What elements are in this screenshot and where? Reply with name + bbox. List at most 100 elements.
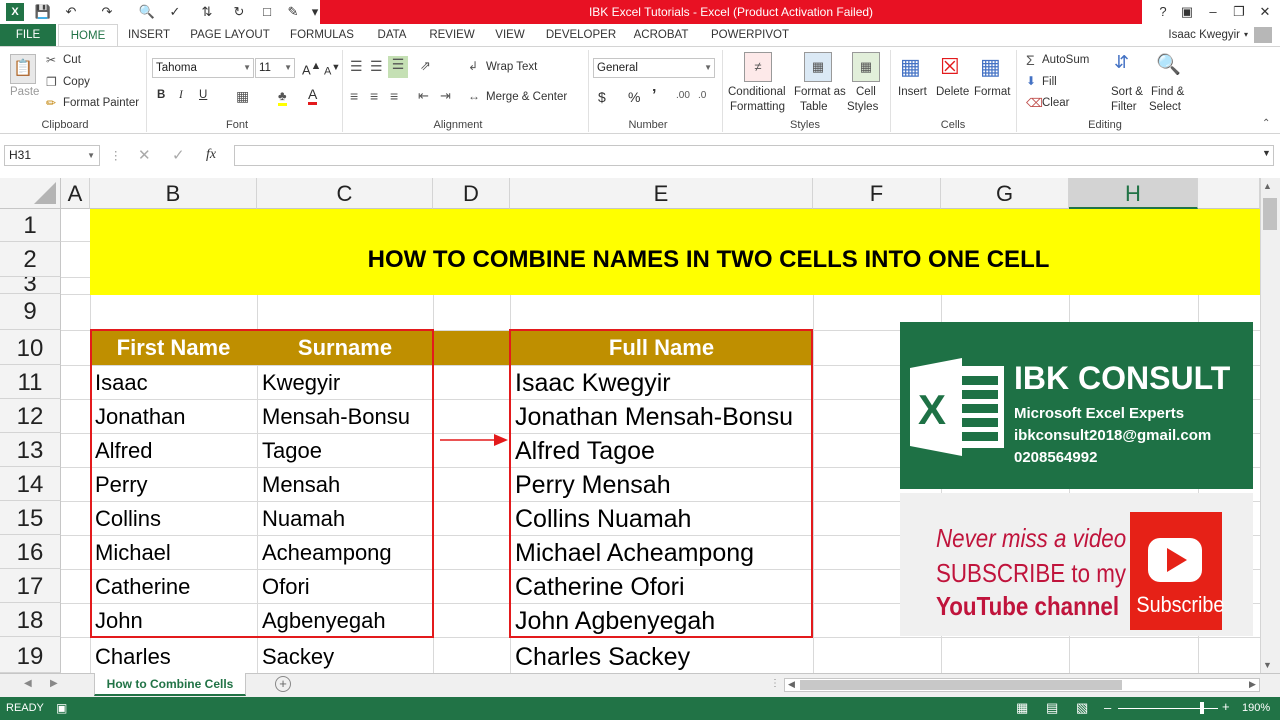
paste-button[interactable]: Paste [10,86,39,98]
select-all-corner[interactable] [0,178,61,209]
normal-view-icon[interactable]: ▦ [1016,700,1028,716]
scroll-down-icon[interactable]: ▼ [1263,660,1272,670]
bold-button[interactable]: B [157,89,165,101]
column-header-b[interactable]: B [90,178,257,209]
tab-formulas[interactable]: FORMULAS [284,24,360,46]
format-as-table-label-2[interactable]: Table [800,101,828,113]
confirm-entry-icon[interactable]: ✓ [172,146,185,164]
fill-color-icon[interactable]: ♣ [278,88,287,106]
column-header-c[interactable]: C [257,178,433,209]
row-header-17[interactable]: 17 [0,569,61,603]
row-header-1[interactable]: 1 [0,209,61,242]
grow-font-button[interactable]: A▲ [302,60,321,77]
orientation-icon[interactable]: ⇗ [420,58,431,74]
row-header-12[interactable]: 12 [0,399,61,433]
cell-first-name[interactable]: Charles [90,640,257,674]
font-size-combo[interactable]: 11 ▼ [255,58,295,78]
header-spacer-cell[interactable] [433,331,510,365]
merge-center-button[interactable]: Merge & Center [486,91,567,103]
row-header-11[interactable]: 11 [0,365,61,399]
tab-home[interactable]: HOME [58,24,118,46]
row-header-16[interactable]: 16 [0,535,61,569]
number-format-combo[interactable]: General ▼ [593,58,715,78]
sync-icon[interactable]: ↻ [230,3,248,21]
scroll-up-icon[interactable]: ▲ [1263,181,1272,191]
conditional-formatting-label-2[interactable]: Formatting [730,101,785,113]
align-left-icon[interactable]: ≡ [350,88,358,104]
page-layout-view-icon[interactable]: ▤ [1046,700,1058,716]
sheet-prev-icon[interactable]: ◀ [24,678,32,689]
align-right-icon[interactable]: ≡ [390,88,398,104]
clear-button[interactable]: Clear [1042,97,1069,109]
cut-button[interactable]: Cut [63,54,81,66]
vertical-scrollbar-thumb[interactable] [1263,198,1277,230]
row-header-13[interactable]: 13 [0,433,61,467]
currency-button[interactable]: $ [598,89,606,105]
restore-icon[interactable]: ❐ [1226,0,1252,24]
increase-decimal-icon[interactable]: .00 [676,90,690,101]
help-icon[interactable]: ? [1150,0,1176,24]
macro-record-icon[interactable]: ▣ [56,701,67,715]
paste-icon[interactable]: 📋 [10,54,36,84]
row-header-2[interactable]: 2 [0,242,61,277]
column-header-a[interactable]: A [61,178,90,209]
tab-file[interactable]: FILE [0,24,56,46]
copy-button[interactable]: Copy [63,76,90,88]
delete-cells-button[interactable]: Delete [936,86,969,98]
insert-cells-button[interactable]: Insert [898,86,927,98]
redo-icon[interactable]: ↷ [98,3,116,21]
font-name-combo[interactable]: Tahoma ▼ [152,58,254,78]
add-sheet-icon[interactable]: + [275,676,291,692]
conditional-formatting-label[interactable]: Conditional [728,86,786,98]
touch-mode-icon[interactable]: ✎ [284,3,302,21]
cancel-entry-icon[interactable]: ✕ [138,146,151,164]
column-header-i[interactable] [1198,178,1260,209]
cell-full-name[interactable]: Charles Sackey [510,640,813,674]
row-header-18[interactable]: 18 [0,603,61,637]
comma-button[interactable]: ’ [652,87,656,105]
formula-input[interactable] [234,145,1274,166]
undo-icon[interactable]: ↶ [62,3,80,21]
tab-data[interactable]: DATA [370,24,414,46]
tab-powerpivot[interactable]: POWERPIVOT [704,24,796,46]
zoom-in-icon[interactable]: + [1222,699,1230,714]
scroll-right-icon[interactable]: ▶ [1249,679,1256,690]
tab-insert[interactable]: INSERT [122,24,176,46]
zoom-slider-thumb[interactable] [1200,702,1204,714]
minimize-icon[interactable]: – [1200,0,1226,24]
sort-filter-label[interactable]: Sort & [1111,86,1143,98]
percent-button[interactable]: % [628,89,640,105]
page-break-view-icon[interactable]: ▧ [1076,700,1088,716]
row-header-9[interactable]: 9 [0,294,61,330]
column-header-h[interactable]: H [1069,178,1198,209]
column-header-g[interactable]: G [941,178,1069,209]
sheet-tab-active[interactable]: How to Combine Cells [94,673,246,696]
find-select-label-2[interactable]: Select [1149,101,1181,113]
font-color-icon[interactable]: A [308,86,318,105]
format-cells-button[interactable]: Format [974,86,1010,98]
fill-button[interactable]: Fill [1042,76,1057,88]
tab-page-layout[interactable]: PAGE LAYOUT [186,24,274,46]
format-as-table-label[interactable]: Format as [794,86,846,98]
align-middle-icon[interactable]: ☰ [370,58,383,75]
find-select-label[interactable]: Find & [1151,86,1184,98]
zoom-level[interactable]: 190% [1242,702,1270,714]
scroll-left-icon[interactable]: ◀ [788,679,795,690]
cell-styles-label[interactable]: Cell [856,86,876,98]
row-header-3[interactable]: 3 [0,277,61,294]
underline-button[interactable]: U [199,89,207,101]
tab-review[interactable]: REVIEW [424,24,480,46]
italic-button[interactable]: I [179,89,183,101]
align-center-icon[interactable]: ≡ [370,88,378,104]
tab-view[interactable]: VIEW [490,24,530,46]
borders-icon[interactable]: ▦ [236,88,249,105]
row-header-14[interactable]: 14 [0,467,61,501]
decrease-decimal-icon[interactable]: .0 [698,90,706,101]
sort-filter-label-2[interactable]: Filter [1111,101,1137,113]
new-file-icon[interactable]: □ [258,3,276,21]
format-painter-button[interactable]: Format Painter [63,97,139,109]
ribbon-display-icon[interactable]: ▣ [1174,0,1200,24]
spelling-icon[interactable]: ✓ [166,3,184,21]
increase-indent-icon[interactable]: ⇥ [440,88,451,104]
insert-function-button[interactable]: fx [206,147,216,163]
